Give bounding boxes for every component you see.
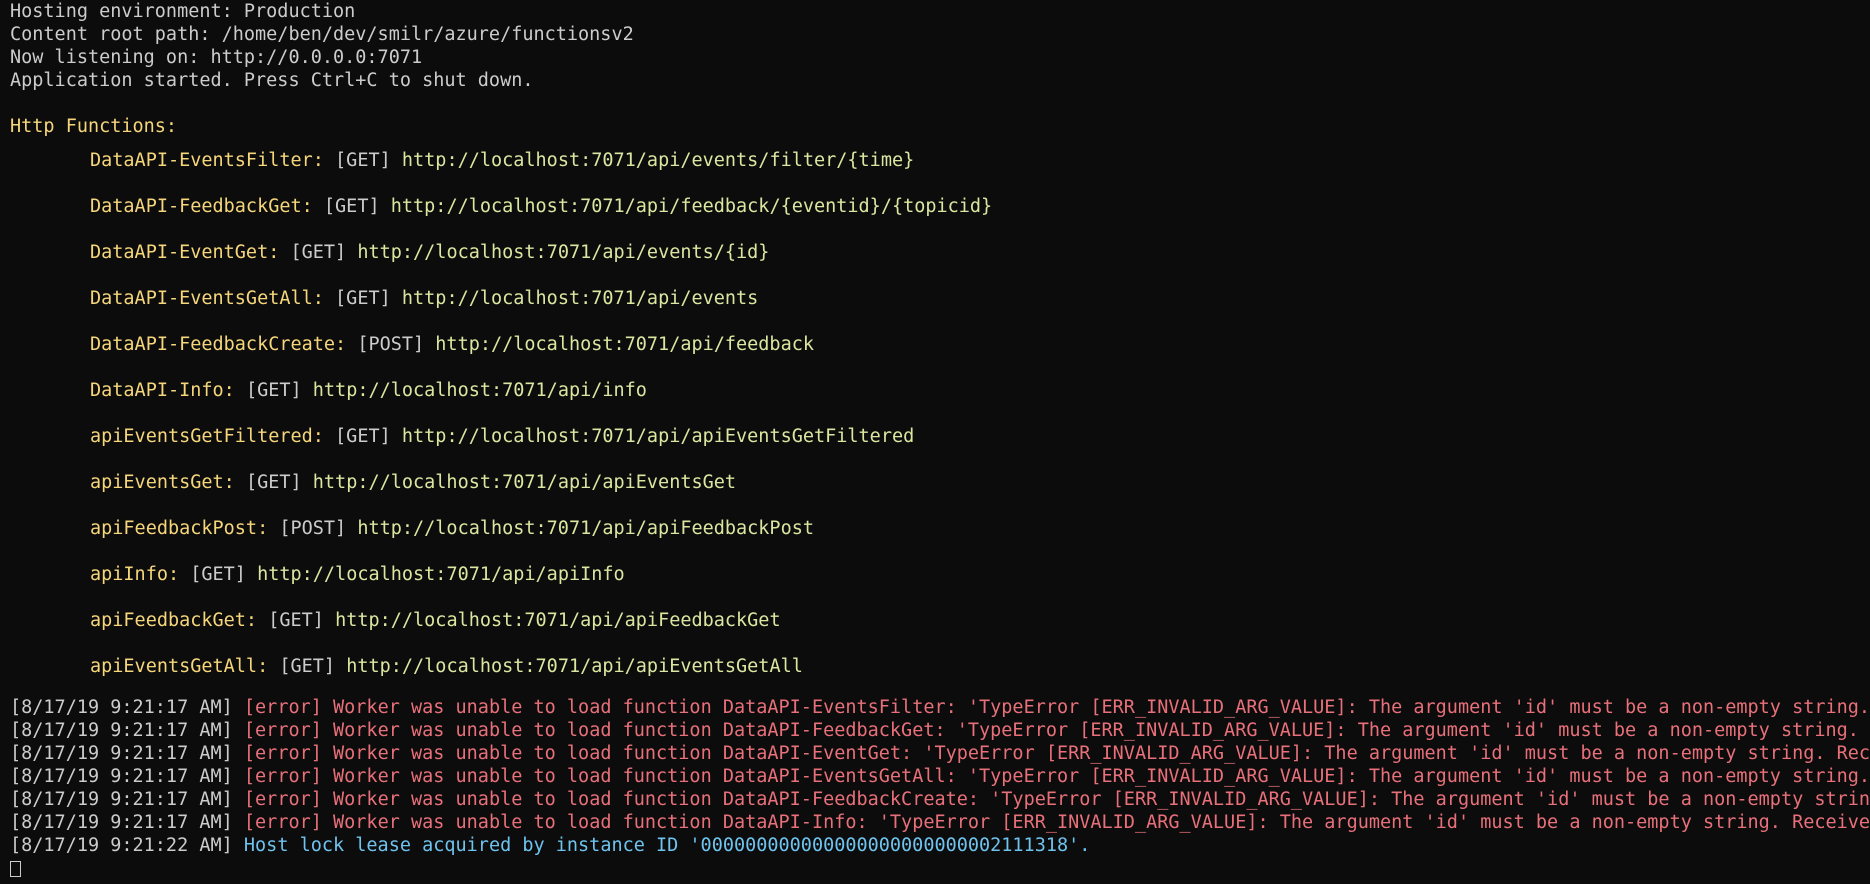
function-entry: DataAPI-EventsFilter: [GET] http://local…: [10, 138, 1870, 184]
function-method: [GET]: [190, 564, 246, 585]
function-entry: apiFeedbackGet: [GET] http://localhost:7…: [10, 598, 1870, 644]
function-method: [GET]: [290, 242, 347, 263]
log-level: [error]: [243, 720, 322, 741]
log-timestamp: [8/17/19 9:21:17 AM]: [10, 812, 233, 833]
log-message: Worker was unable to load function DataA…: [333, 812, 1870, 833]
function-method: [POST]: [279, 518, 347, 539]
log-line-error: [8/17/19 9:21:17 AM] [error] Worker was …: [10, 811, 1870, 834]
log-timestamp: [8/17/19 9:21:17 AM]: [10, 720, 233, 741]
function-name: DataAPI-Info:: [90, 380, 235, 401]
log-timestamp: [8/17/19 9:21:17 AM]: [10, 697, 233, 718]
hosting-environment-line: Hosting environment: Production: [10, 1, 356, 22]
cursor-icon: [10, 861, 21, 877]
function-method: [GET]: [335, 426, 391, 447]
function-entry: apiFeedbackPost: [POST] http://localhost…: [10, 506, 1870, 552]
log-timestamp: [8/17/19 9:21:22 AM]: [10, 835, 233, 856]
function-url[interactable]: http://localhost:7071/api/apiInfo: [257, 564, 625, 585]
function-method: [GET]: [335, 288, 391, 309]
function-url[interactable]: http://localhost:7071/api/apiEventsGet: [313, 472, 736, 493]
terminal-output[interactable]: Hosting environment: Production Content …: [0, 0, 1870, 884]
function-entry: DataAPI-FeedbackCreate: [POST] http://lo…: [10, 322, 1870, 368]
log-message: Worker was unable to load function DataA…: [333, 697, 1870, 718]
log-line-error: [8/17/19 9:21:17 AM] [error] Worker was …: [10, 765, 1870, 788]
log-line-error: [8/17/19 9:21:17 AM] [error] Worker was …: [10, 696, 1870, 719]
log-line-info: [8/17/19 9:21:22 AM] Host lock lease acq…: [10, 834, 1870, 857]
function-name: DataAPI-EventsGetAll:: [90, 288, 324, 309]
function-name: apiEventsGetAll:: [90, 656, 269, 677]
log-level: [error]: [243, 812, 322, 833]
function-url[interactable]: http://localhost:7071/api/events/{id}: [357, 242, 769, 263]
function-name: apiEventsGetFiltered:: [90, 426, 324, 447]
log-level: [error]: [243, 743, 322, 764]
function-url[interactable]: http://localhost:7071/api/feedback: [435, 334, 814, 355]
function-method: [GET]: [268, 610, 324, 631]
function-name: apiFeedbackGet:: [90, 610, 258, 631]
log-message: Worker was unable to load function DataA…: [333, 789, 1870, 810]
function-entry: apiEventsGet: [GET] http://localhost:707…: [10, 460, 1870, 506]
log-timestamp: [8/17/19 9:21:17 AM]: [10, 743, 233, 764]
function-entry: apiEventsGetFiltered: [GET] http://local…: [10, 414, 1870, 460]
log-message: Worker was unable to load function DataA…: [333, 766, 1870, 787]
function-entry: DataAPI-EventsGetAll: [GET] http://local…: [10, 276, 1870, 322]
function-name: DataAPI-EventGet:: [90, 242, 280, 263]
function-name: DataAPI-FeedbackGet:: [90, 196, 313, 217]
function-entry: apiEventsGetAll: [GET] http://localhost:…: [10, 644, 1870, 690]
function-method: [GET]: [245, 380, 302, 401]
listening-line: Now listening on: http://0.0.0.0:7071: [10, 47, 423, 68]
function-name: DataAPI-FeedbackCreate:: [90, 334, 347, 355]
log-message: Host lock lease acquired by instance ID …: [243, 835, 1091, 856]
log-line-error: [8/17/19 9:21:17 AM] [error] Worker was …: [10, 742, 1870, 765]
function-name: apiInfo:: [90, 564, 180, 585]
log-timestamp: [8/17/19 9:21:17 AM]: [10, 766, 233, 787]
log-line-error: [8/17/19 9:21:17 AM] [error] Worker was …: [10, 788, 1870, 811]
function-name: apiFeedbackPost:: [90, 518, 269, 539]
function-url[interactable]: http://localhost:7071/api/events: [402, 288, 758, 309]
log-message: Worker was unable to load function DataA…: [333, 720, 1870, 741]
function-entry: DataAPI-Info: [GET] http://localhost:707…: [10, 368, 1870, 414]
function-method: [GET]: [323, 196, 380, 217]
function-name: apiEventsGet:: [90, 472, 235, 493]
function-url[interactable]: http://localhost:7071/api/apiFeedbackPos…: [357, 518, 814, 539]
function-url[interactable]: http://localhost:7071/api/apiEventsGetFi…: [402, 426, 914, 447]
function-name: DataAPI-EventsFilter:: [90, 150, 324, 171]
function-method: [GET]: [335, 150, 391, 171]
function-url[interactable]: http://localhost:7071/api/info: [313, 380, 647, 401]
function-entry: DataAPI-EventGet: [GET] http://localhost…: [10, 230, 1870, 276]
function-method: [GET]: [279, 656, 336, 677]
function-entry: apiInfo: [GET] http://localhost:7071/api…: [10, 552, 1870, 598]
function-method: [GET]: [245, 472, 302, 493]
app-started-line: Application started. Press Ctrl+C to shu…: [10, 70, 534, 91]
http-functions-title: Http Functions:: [10, 116, 178, 137]
function-url[interactable]: http://localhost:7071/api/apiFeedbackGet: [335, 610, 781, 631]
prompt-line[interactable]: [10, 857, 1870, 880]
function-url[interactable]: http://localhost:7071/api/events/filter/…: [402, 150, 914, 171]
log-level: [error]: [243, 697, 322, 718]
log-message: Worker was unable to load function DataA…: [333, 743, 1870, 764]
function-method: [POST]: [357, 334, 425, 355]
log-level: [error]: [243, 789, 322, 810]
function-entry: DataAPI-FeedbackGet: [GET] http://localh…: [10, 184, 1870, 230]
log-line-error: [8/17/19 9:21:17 AM] [error] Worker was …: [10, 719, 1870, 742]
log-timestamp: [8/17/19 9:21:17 AM]: [10, 789, 233, 810]
content-root-line: Content root path: /home/ben/dev/smilr/a…: [10, 24, 634, 45]
function-url[interactable]: http://localhost:7071/api/apiEventsGetAl…: [346, 656, 803, 677]
function-url[interactable]: http://localhost:7071/api/feedback/{even…: [391, 196, 992, 217]
log-level: [error]: [243, 766, 322, 787]
